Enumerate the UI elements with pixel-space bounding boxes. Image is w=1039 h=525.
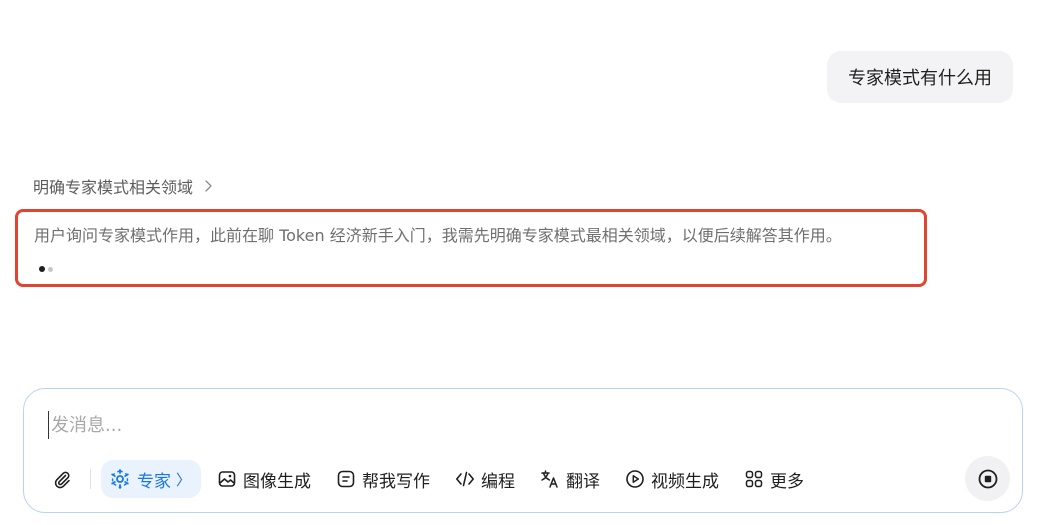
expert-caret: 〉 [176, 470, 192, 489]
message-input[interactable] [48, 411, 928, 439]
stop-generation-button[interactable] [965, 456, 1010, 501]
user-message-bubble: 专家模式有什么用 [827, 51, 1013, 103]
expert-label: 专家 [137, 471, 171, 492]
video-generation-label: 视频生成 [651, 471, 720, 492]
image-icon [218, 471, 236, 487]
writing-icon [337, 470, 355, 488]
chevron-right-icon [205, 180, 212, 192]
coding-label: 编程 [481, 471, 516, 492]
image-generation-button[interactable]: 图像生成 [208, 460, 320, 498]
user-message-text: 专家模式有什么用 [848, 68, 992, 89]
coding-button[interactable]: 编程 [446, 460, 524, 498]
chat-page: 专家模式有什么用 明确专家模式相关领域 用户询问专家模式作用，此前在聊 Toke… [0, 0, 1039, 525]
image-generation-label: 图像生成 [243, 471, 312, 492]
translate-button[interactable]: 翻译 [531, 460, 609, 498]
reasoning-text: 用户询问专家模式作用，此前在聊 Token 经济新手入门，我需先明确专家模式最相… [34, 226, 842, 245]
stop-icon [978, 469, 997, 488]
video-generation-button[interactable]: 视频生成 [616, 460, 728, 498]
attach-button[interactable] [46, 463, 78, 495]
translate-label: 翻译 [566, 471, 601, 492]
translate-icon [541, 470, 558, 488]
thinking-header[interactable]: 明确专家模式相关领域 [33, 174, 215, 198]
message-composer: 专家 〉 图像生成 帮我写作 [23, 388, 1023, 513]
paperclip-icon [54, 471, 70, 489]
composer-toolbar: 专家 〉 图像生成 帮我写作 编程 翻译 视频生成 更多 [46, 459, 813, 499]
video-icon [626, 470, 644, 488]
loading-dot [39, 266, 45, 272]
writing-assist-button[interactable]: 帮我写作 [327, 460, 439, 498]
loading-dot [48, 266, 53, 272]
code-icon [456, 471, 475, 487]
loading-dots [39, 266, 53, 272]
expert-mode-button[interactable]: 专家 〉 [101, 460, 202, 498]
toolbar-divider [90, 469, 91, 489]
thinking-title: 明确专家模式相关领域 [33, 178, 194, 197]
more-label: 更多 [770, 471, 805, 492]
grid-icon [745, 470, 763, 488]
writing-assist-label: 帮我写作 [362, 471, 431, 492]
more-button[interactable]: 更多 [735, 460, 813, 498]
expert-icon [111, 469, 129, 489]
reasoning-highlight-box: 用户询问专家模式作用，此前在聊 Token 经济新手入门，我需先明确专家模式最相… [15, 209, 927, 287]
